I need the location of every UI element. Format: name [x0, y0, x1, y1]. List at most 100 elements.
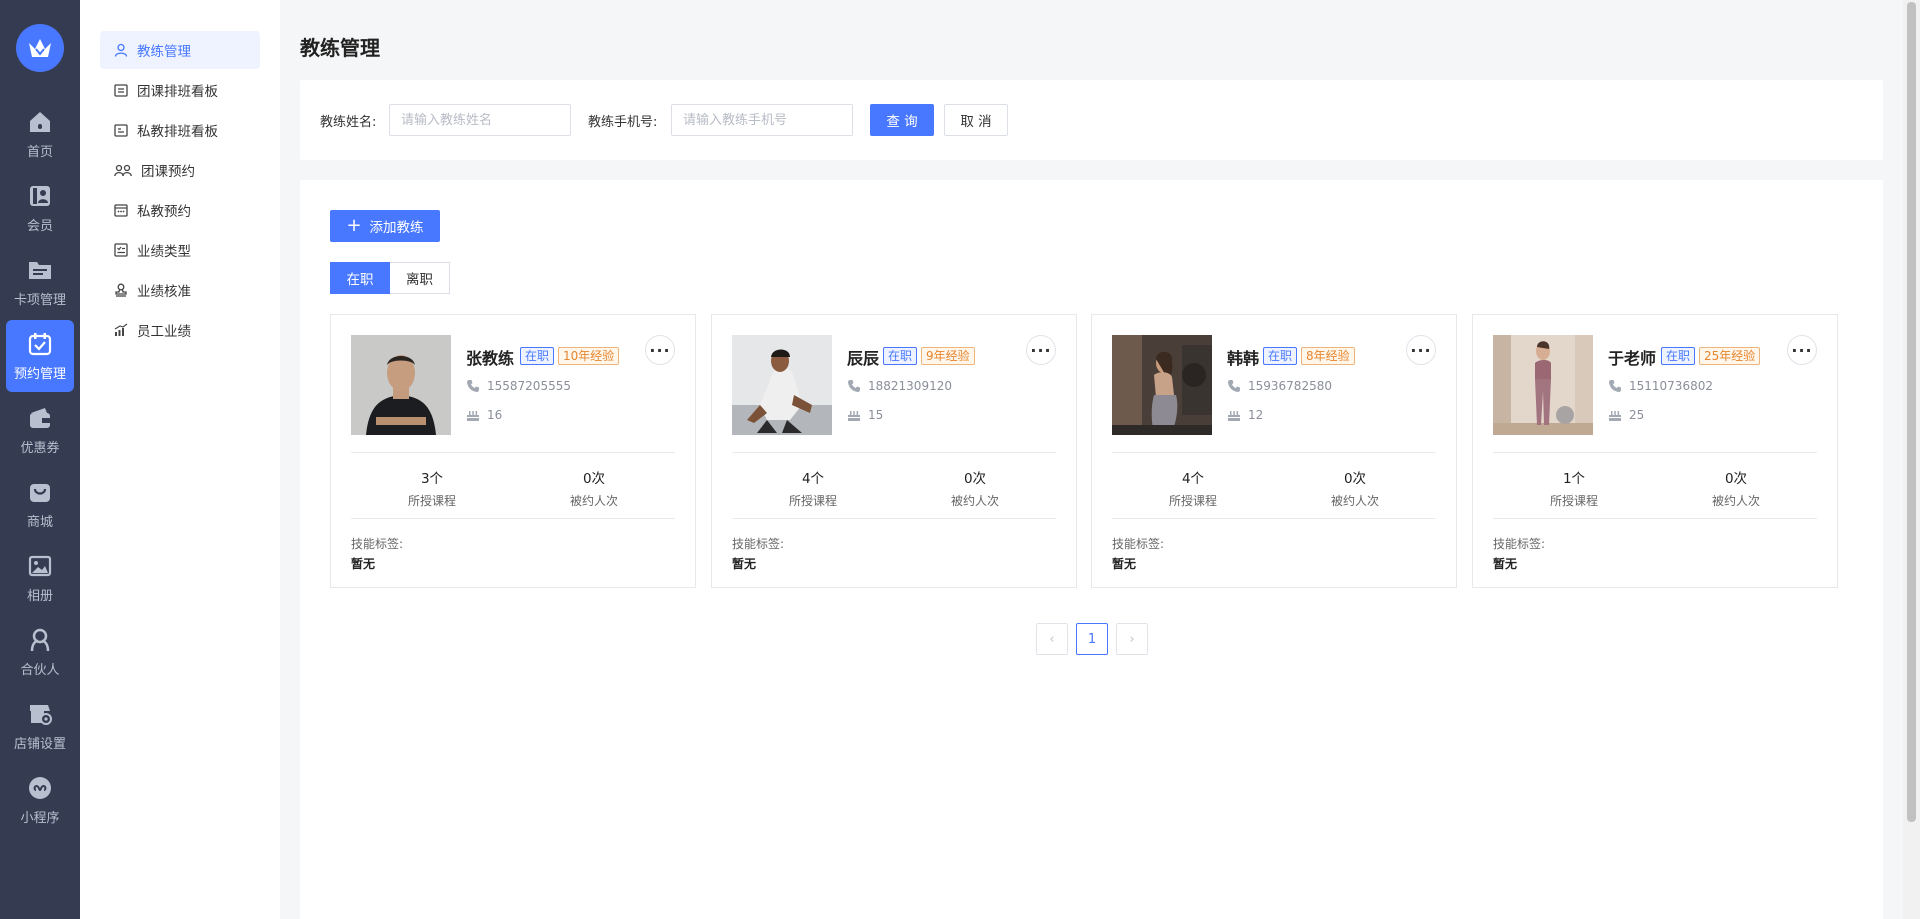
partner-icon	[30, 628, 50, 651]
courses-stat: 1个 所授课程	[1493, 467, 1655, 509]
page-title: 教练管理	[300, 36, 380, 60]
nav-mini-program[interactable]: 小程序	[6, 764, 74, 836]
coach-name: 于老师	[1608, 349, 1657, 368]
status-badge: 在职	[1661, 347, 1696, 365]
coach-photo	[732, 335, 832, 435]
more-options-button[interactable]: ···	[1026, 335, 1056, 365]
page-scrollbar[interactable]	[1903, 0, 1920, 919]
submenu-group-schedule[interactable]: 团课排班看板	[100, 71, 260, 109]
skill-tags-label: 技能标签:	[1112, 537, 1165, 551]
submenu-private-schedule[interactable]: 私教排班看板	[100, 111, 260, 149]
coach-age: 25	[1608, 408, 1644, 422]
nav-home[interactable]: 首页	[6, 98, 74, 170]
bookings-count: 0次	[963, 471, 987, 487]
more-icon: ···	[649, 340, 671, 360]
coach-phone: 15936782580	[1227, 379, 1332, 393]
bookings-label: 被约人次	[569, 494, 618, 508]
submenu-group-booking[interactable]: 团课预约	[100, 151, 260, 189]
nav-store-settings-label: 店铺设置	[13, 736, 66, 752]
scrollbar-thumb[interactable]	[1907, 2, 1916, 822]
card-divider	[732, 518, 1056, 519]
nav-partner-label: 合伙人	[20, 662, 60, 678]
search-panel: 教练姓名: 教练手机号: 查 询 取 消	[300, 80, 1883, 160]
nav-coupon[interactable]: 优惠券	[6, 394, 74, 466]
plus-icon: +	[346, 215, 362, 236]
coach-phone: 15110736802	[1608, 379, 1713, 393]
logo-crown-icon[interactable]	[16, 24, 64, 72]
card-divider	[351, 452, 675, 453]
user-icon	[114, 43, 128, 57]
bookings-stat: 0次 被约人次	[1655, 467, 1817, 509]
card-divider	[732, 452, 1056, 453]
phone-icon	[1228, 380, 1240, 392]
experience-badge: 25年经验	[1699, 347, 1761, 365]
next-page-button[interactable]: ›	[1116, 623, 1148, 655]
cancel-button[interactable]: 取 消	[944, 104, 1008, 136]
group-icon	[114, 164, 132, 177]
tab-active-staff[interactable]: 在职	[330, 262, 390, 294]
courses-count: 3个	[420, 471, 444, 487]
nav-album[interactable]: 相册	[6, 542, 74, 614]
submenu-staff-performance[interactable]: 员工业绩	[100, 311, 260, 349]
bookings-count: 0次	[582, 471, 606, 487]
bookings-count: 0次	[1343, 471, 1367, 487]
status-badge: 在职	[1263, 347, 1298, 365]
coach-card[interactable]: 辰辰 在职 9年经验 ··· 18821309120 15 4个 所授课程 0次…	[711, 314, 1077, 588]
coach-card[interactable]: 张教练 在职 10年经验 ··· 15587205555 16 3个 所授课程 …	[330, 314, 696, 588]
coach-card[interactable]: 于老师 在职 25年经验 ··· 15110736802 25 1个 所授课程 …	[1472, 314, 1838, 588]
nav-booking[interactable]: 预约管理	[6, 320, 74, 392]
coach-phone-label: 教练手机号:	[588, 115, 658, 130]
more-options-button[interactable]: ···	[1406, 335, 1436, 365]
tab-resigned-staff[interactable]: 离职	[390, 262, 450, 294]
main-nav-rail: 首页 会员 卡项管理 预约管理 优惠券 商城 相册 合伙人 店铺设置 小程序	[0, 0, 80, 919]
bookings-stat: 0次 被约人次	[894, 467, 1056, 509]
coach-badges: 在职 8年经验	[1263, 347, 1355, 365]
nav-partner[interactable]: 合伙人	[6, 616, 74, 688]
nav-member-label: 会员	[26, 218, 53, 234]
status-badge: 在职	[883, 347, 918, 365]
submenu-performance-type[interactable]: 业绩类型	[100, 231, 260, 269]
page-number-button[interactable]: 1	[1076, 623, 1108, 655]
submenu-coach-management-label: 教练管理	[137, 44, 191, 60]
skill-tags-label: 技能标签:	[351, 537, 404, 551]
submenu-group-booking-label: 团课预约	[141, 164, 195, 180]
store-settings-icon	[30, 704, 52, 725]
pagination: ‹ 1 ›	[1036, 623, 1148, 655]
experience-badge: 10年经验	[558, 347, 620, 365]
courses-label: 所授课程	[1549, 494, 1598, 508]
prev-page-button[interactable]: ‹	[1036, 623, 1068, 655]
bookings-label: 被约人次	[950, 494, 999, 508]
experience-badge: 9年经验	[921, 347, 975, 365]
coach-phone-value: 15110736802	[1629, 379, 1713, 393]
more-options-button[interactable]: ···	[645, 335, 675, 365]
bookings-stat: 0次 被约人次	[1274, 467, 1436, 509]
nav-album-label: 相册	[26, 588, 53, 604]
courses-stat: 3个 所授课程	[351, 467, 513, 509]
more-icon: ···	[1030, 340, 1052, 360]
nav-mall[interactable]: 商城	[6, 468, 74, 540]
coach-phone-input[interactable]	[671, 104, 853, 136]
nav-card-items[interactable]: 卡项管理	[6, 246, 74, 318]
courses-count: 4个	[801, 471, 825, 487]
submenu-performance-approval[interactable]: 业绩核准	[100, 271, 260, 309]
more-options-button[interactable]: ···	[1787, 335, 1817, 365]
phone-icon	[467, 380, 479, 392]
nav-store-settings[interactable]: 店铺设置	[6, 690, 74, 762]
query-button[interactable]: 查 询	[870, 104, 934, 136]
more-icon: ···	[1791, 340, 1813, 360]
list-icon	[114, 243, 128, 257]
bookings-label: 被约人次	[1330, 494, 1379, 508]
nav-member[interactable]: 会员	[6, 172, 74, 244]
skill-tags-value: 暂无	[1493, 557, 1518, 571]
submenu-private-booking[interactable]: 私教预约	[100, 191, 260, 229]
add-coach-button[interactable]: + 添加教练	[330, 210, 440, 242]
calendar-check-icon	[28, 332, 52, 355]
coach-name-input[interactable]	[389, 104, 571, 136]
wallet-icon	[30, 407, 50, 428]
submenu-coach-management[interactable]: 教练管理	[100, 31, 260, 69]
nav-coupon-label: 优惠券	[20, 440, 60, 456]
coach-card[interactable]: 韩韩 在职 8年经验 ··· 15936782580 12 4个 所授课程 0次…	[1091, 314, 1457, 588]
card-divider	[1493, 518, 1817, 519]
status-tabs: 在职 离职	[330, 262, 450, 294]
nav-mall-label: 商城	[26, 514, 53, 530]
